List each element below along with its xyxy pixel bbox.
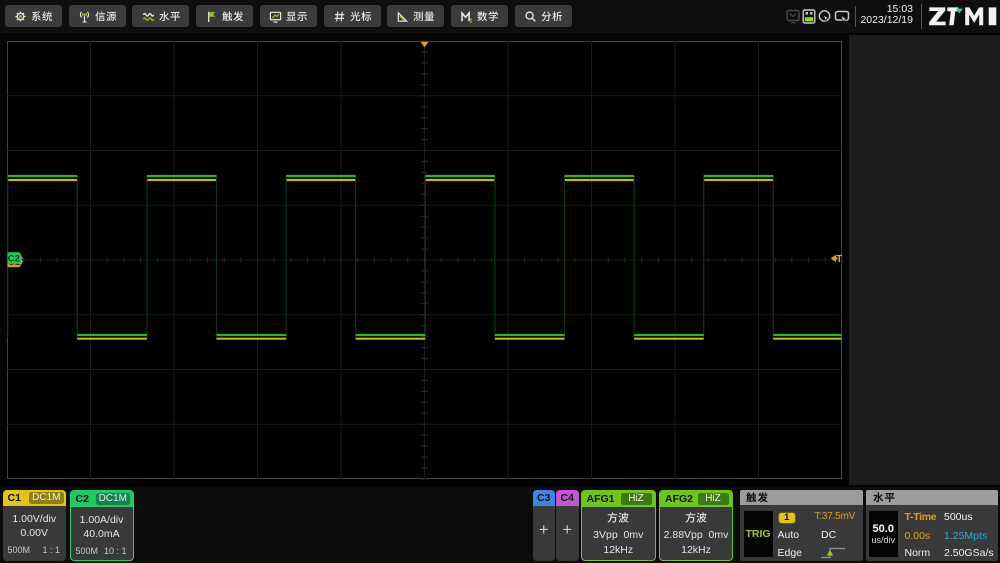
svg-text:T: T	[836, 254, 842, 265]
svg-text:C2: C2	[8, 253, 20, 264]
